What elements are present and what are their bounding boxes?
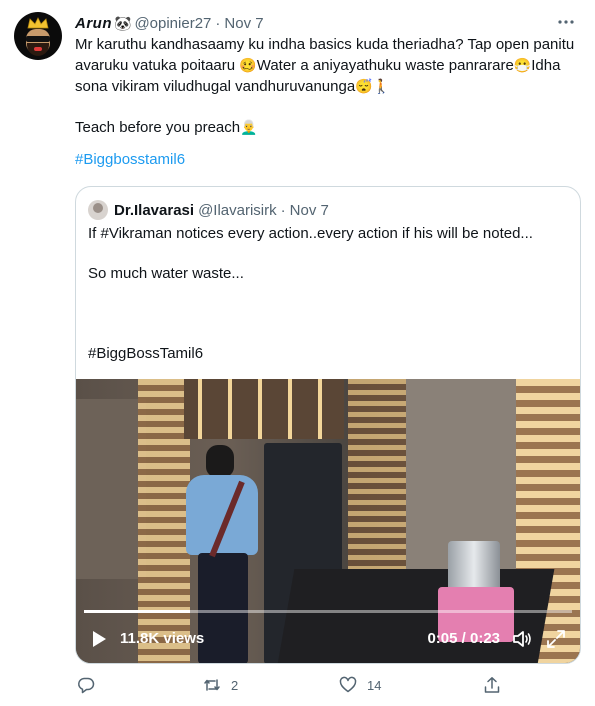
quoted-line: #BiggBossTamil6 bbox=[88, 345, 204, 362]
tweet-line: Mr karuthu kandhasaamy ku indha basics k… bbox=[75, 35, 580, 55]
avatar-glasses bbox=[26, 36, 50, 42]
retweet-count: 2 bbox=[231, 677, 239, 693]
video-person-shirt bbox=[186, 475, 258, 555]
tweet-line-text: Water a aniyayathuku waste panrarare bbox=[256, 57, 514, 74]
avatar[interactable] bbox=[14, 12, 62, 60]
handle[interactable]: @opinier27 bbox=[134, 15, 211, 32]
like-button[interactable]: 14 bbox=[339, 676, 381, 694]
quoted-tweet[interactable]: Dr.Ilavarasi @Ilavarisirk · Nov 7 If #Vi… bbox=[75, 186, 581, 664]
tweet-text: Mr karuthu kandhasaamy ku indha basics k… bbox=[75, 35, 580, 170]
video-person-head bbox=[206, 445, 234, 477]
tweet-line: sona vikiram viludhugal vandhuruvanunga😴… bbox=[75, 76, 580, 97]
woozy-face-emoji: 🥴 bbox=[239, 57, 257, 73]
timestamp[interactable]: Nov 7 bbox=[224, 15, 263, 32]
tweet-line-text: Idha bbox=[531, 57, 561, 74]
view-count: 11.8K views bbox=[120, 630, 205, 647]
tweet-line-text: Teach before you preach bbox=[75, 119, 241, 136]
sleeping-face-emoji: 😴 bbox=[355, 78, 373, 94]
walking-person-emoji: 🚶 bbox=[372, 78, 391, 94]
hashtag-link[interactable]: #Biggbosstamil6 bbox=[75, 151, 185, 168]
reply-button[interactable] bbox=[77, 676, 95, 694]
tweet-actions: 2 14 bbox=[75, 676, 525, 698]
video-progress-bar[interactable] bbox=[84, 610, 572, 613]
video-progress-fill bbox=[84, 610, 191, 613]
video-shelf bbox=[76, 399, 146, 579]
quoted-handle[interactable]: @Ilavarisirk bbox=[198, 202, 277, 219]
crown-icon bbox=[27, 17, 49, 29]
like-count: 14 bbox=[367, 677, 382, 693]
video-wooden-slats bbox=[184, 379, 344, 439]
separator-dot: · bbox=[215, 14, 221, 32]
quoted-tweet-text: If #Vikraman notices every action..every… bbox=[88, 224, 568, 364]
person-emoji: 👨‍🦳 bbox=[240, 119, 258, 135]
share-icon bbox=[484, 677, 500, 693]
tweet-header: Arun 🐼 @opinier27 · Nov 7 bbox=[75, 13, 575, 33]
quoted-display-name[interactable]: Dr.Ilavarasi bbox=[114, 202, 194, 219]
quoted-timestamp[interactable]: Nov 7 bbox=[290, 202, 329, 219]
mask-face-emoji: 😷 bbox=[513, 57, 532, 73]
quoted-tweet-header: Dr.Ilavarasi @Ilavarisirk · Nov 7 bbox=[88, 200, 329, 220]
tweet-line: #Biggbosstamil6 bbox=[75, 150, 580, 170]
quoted-line: So much water waste... bbox=[88, 265, 244, 282]
video-time: 0:05 / 0:23 bbox=[427, 630, 500, 647]
heart-icon bbox=[339, 676, 357, 693]
video-steel-pot bbox=[448, 541, 500, 591]
volume-icon[interactable] bbox=[512, 629, 532, 649]
name-emoji: 🐼 bbox=[114, 14, 132, 31]
play-icon[interactable] bbox=[90, 630, 108, 648]
retweet-icon bbox=[204, 679, 220, 691]
separator-dot: · bbox=[280, 201, 286, 219]
display-name[interactable]: Arun bbox=[75, 15, 112, 32]
tweet-line-text: avaruku vatuka poitaaru bbox=[75, 57, 240, 74]
tweet-line-text: sona vikiram viludhugal vandhuruvanunga bbox=[75, 78, 356, 95]
tweet-line-text: Mr karuthu kandhasaamy ku indha basics k… bbox=[75, 36, 575, 53]
quoted-line: If #Vikraman notices every action..every… bbox=[88, 225, 533, 242]
tweet-line: avaruku vatuka poitaaru 🥴Water a aniyaya… bbox=[75, 55, 580, 76]
retweet-button[interactable]: 2 bbox=[203, 676, 238, 694]
tweet-line: Teach before you preach👨‍🦳 bbox=[75, 117, 580, 138]
more-options-icon[interactable] bbox=[557, 13, 575, 31]
reply-icon bbox=[78, 677, 95, 694]
video-player[interactable]: 11.8K views 0:05 / 0:23 bbox=[76, 379, 580, 663]
avatar-mouth bbox=[34, 47, 42, 51]
share-button[interactable] bbox=[483, 676, 501, 694]
fullscreen-icon[interactable] bbox=[546, 629, 566, 649]
quoted-avatar[interactable] bbox=[88, 200, 108, 220]
video-controls: 11.8K views 0:05 / 0:23 bbox=[76, 624, 580, 654]
